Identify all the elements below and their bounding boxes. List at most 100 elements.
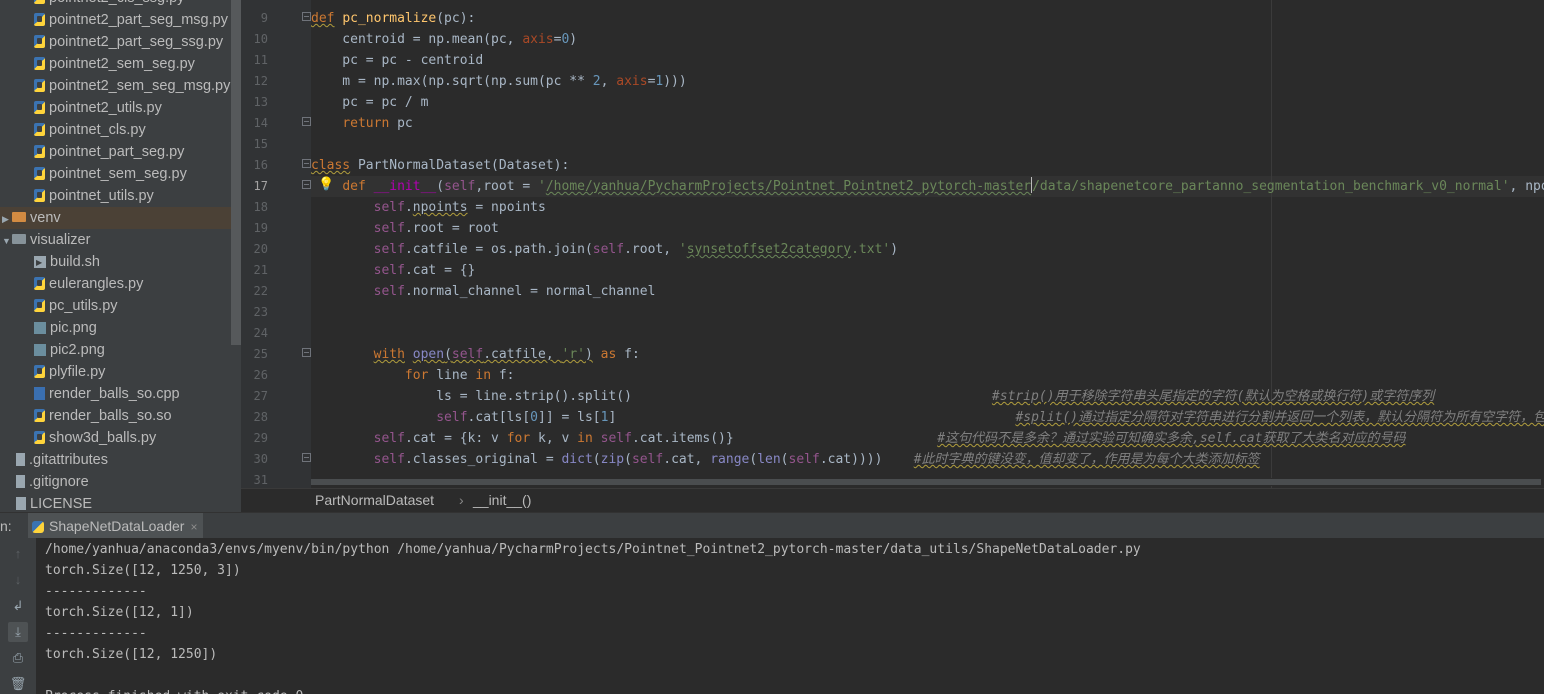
run-console[interactable]: /home/yanhua/anaconda3/envs/myenv/bin/py…	[36, 538, 1544, 694]
tree-item[interactable]: pointnet2_sem_seg.py	[0, 53, 241, 75]
image-file-icon	[34, 322, 46, 334]
tree-item-label: pointnet2_sem_seg.py	[49, 56, 195, 72]
fold-marker-icon[interactable]	[302, 180, 311, 189]
tree-item[interactable]: pointnet2_part_seg_msg.py	[0, 9, 241, 31]
tree-item[interactable]: pointnet2_part_seg_ssg.py	[0, 31, 241, 53]
project-tree-list: pointnet2_cls_ssg.py pointnet2_part_seg_m…	[0, 0, 241, 512]
python-icon	[32, 521, 44, 533]
code-line[interactable]: self.catfile = os.path.join(self.root, '…	[311, 239, 898, 260]
tree-item[interactable]: pointnet_part_seg.py	[0, 141, 241, 163]
code-line[interactable]: self.classes_original = dict(zip(self.ca…	[311, 449, 1260, 470]
code-line[interactable]	[311, 134, 319, 155]
code-line[interactable]: self.cat[ls[0]] = ls[1] #split()通过指定分隔符对…	[311, 407, 1544, 428]
breadcrumb: PartNormalDataset › __init__()	[241, 488, 1544, 513]
tree-item-label: LICENSE	[30, 496, 93, 512]
tree-item[interactable]: .gitignore	[0, 471, 241, 493]
code-line[interactable]: self.cat = {k: v for k, v in self.cat.it…	[311, 428, 1406, 449]
git-file-icon	[16, 475, 25, 488]
tree-item[interactable]: render_balls_so.so	[0, 405, 241, 427]
code-editor[interactable]: 💡 def pc_normalize(pc): centroid = np.me…	[311, 0, 1544, 488]
line-number: 18	[253, 200, 268, 214]
line-number: 11	[253, 53, 268, 67]
code-line[interactable]: self.normal_channel = normal_channel	[311, 281, 656, 302]
text-file-icon	[16, 497, 26, 510]
trash-icon[interactable]: 🗑	[8, 674, 28, 694]
breadcrumb-method[interactable]: __init__()	[473, 489, 531, 511]
code-line[interactable]: ls = line.strip().split() #strip()用于移除字符…	[311, 386, 1434, 407]
soft-wrap-icon[interactable]: ↲	[8, 596, 28, 616]
tree-item[interactable]: ▶ venv	[0, 207, 241, 229]
code-line[interactable]: self.root = root	[311, 218, 499, 239]
close-icon[interactable]: ×	[190, 520, 197, 534]
line-number: 14	[253, 116, 268, 130]
python-file-icon	[34, 79, 45, 92]
python-file-icon	[34, 123, 45, 136]
code-line[interactable]	[311, 302, 319, 323]
line-number: 25	[253, 347, 268, 361]
tree-item[interactable]: LICENSE	[0, 493, 241, 512]
tree-item[interactable]: pointnet_utils.py	[0, 185, 241, 207]
project-tree[interactable]: pointnet2_cls_ssg.py pointnet2_part_seg_m…	[0, 0, 241, 512]
breadcrumb-class[interactable]: PartNormalDataset	[315, 489, 434, 511]
tree-item[interactable]: plyfile.py	[0, 361, 241, 383]
python-file-icon	[34, 35, 45, 48]
tree-item[interactable]: pointnet2_cls_ssg.py	[0, 0, 241, 9]
python-file-icon	[34, 57, 45, 70]
editor-gutter: 9 10 11 12 13 14 15 16 17 18 19 20 21 22 23 24 25 26 27 28 2…	[241, 0, 312, 488]
print-icon[interactable]: ⎙	[8, 648, 28, 668]
arrow-down-icon[interactable]: ↓	[8, 570, 28, 590]
fold-marker-icon[interactable]	[302, 12, 311, 21]
editor-horizontal-scrollbar[interactable]	[311, 478, 1544, 486]
scroll-to-end-icon[interactable]: ⤓	[8, 622, 28, 642]
tree-item[interactable]: pic2.png	[0, 339, 241, 361]
tree-item[interactable]: pc_utils.py	[0, 295, 241, 317]
cpp-file-icon	[34, 387, 45, 400]
tree-item[interactable]: pic.png	[0, 317, 241, 339]
code-line[interactable]	[311, 323, 319, 344]
fold-marker-icon[interactable]	[302, 348, 311, 357]
tree-item[interactable]: ▼ visualizer	[0, 229, 241, 251]
code-line[interactable]: pc = pc / m	[311, 92, 428, 113]
code-line[interactable]: pc = pc - centroid	[311, 50, 483, 71]
code-line[interactable]: self.cat = {}	[311, 260, 476, 281]
fold-marker-icon[interactable]	[302, 453, 311, 462]
tree-item-label: pointnet2_sem_seg_msg.py	[49, 78, 231, 94]
code-line[interactable]: return pc	[311, 113, 412, 134]
tree-item-label: pointnet2_cls_ssg.py	[49, 0, 184, 6]
tree-item[interactable]: pointnet2_sem_seg_msg.py	[0, 75, 241, 97]
tree-item[interactable]: .gitattributes	[0, 449, 241, 471]
code-line[interactable]: def __init__(self,root = '/home/yanhua/P…	[311, 176, 1544, 197]
tree-item[interactable]: eulerangles.py	[0, 273, 241, 295]
tree-item[interactable]: pointnet_sem_seg.py	[0, 163, 241, 185]
line-number: 13	[253, 95, 268, 109]
tree-item-label: pc_utils.py	[49, 298, 118, 314]
tree-item[interactable]: pointnet2_utils.py	[0, 97, 241, 119]
tree-expand-arrow-icon[interactable]: ▼	[2, 230, 12, 252]
code-line[interactable]: self.npoints = npoints	[311, 197, 546, 218]
python-file-icon	[34, 101, 45, 114]
code-line[interactable]: centroid = np.mean(pc, axis=0)	[311, 29, 577, 50]
tree-item-label: pic.png	[50, 320, 97, 336]
folder-icon	[12, 234, 26, 244]
tree-expand-arrow-icon[interactable]: ▶	[2, 208, 12, 230]
code-line[interactable]: class PartNormalDataset(Dataset):	[311, 155, 569, 176]
tree-item-label: pointnet2_utils.py	[49, 100, 162, 116]
line-number: 28	[253, 410, 268, 424]
tree-item[interactable]: pointnet_cls.py	[0, 119, 241, 141]
code-line[interactable]: m = np.max(np.sqrt(np.sum(pc ** 2, axis=…	[311, 71, 686, 92]
tree-item[interactable]: render_balls_so.cpp	[0, 383, 241, 405]
project-tree-scrollbar[interactable]	[231, 0, 241, 345]
python-file-icon	[34, 409, 45, 422]
tree-item[interactable]: show3d_balls.py	[0, 427, 241, 449]
fold-marker-icon[interactable]	[302, 159, 311, 168]
code-line[interactable]: for line in f:	[311, 365, 515, 386]
arrow-up-icon[interactable]: ↑	[8, 544, 28, 564]
fold-marker-icon[interactable]	[302, 117, 311, 126]
run-tab[interactable]: ShapeNetDataLoader ×	[28, 513, 204, 539]
python-file-icon	[34, 431, 45, 444]
code-line[interactable]: def pc_normalize(pc):	[311, 8, 475, 29]
tree-item[interactable]: build.sh	[0, 251, 241, 274]
scrollbar-thumb[interactable]	[311, 479, 1541, 485]
code-line[interactable]: with open(self.catfile, 'r') as f:	[311, 344, 640, 365]
python-file-icon	[34, 189, 45, 202]
